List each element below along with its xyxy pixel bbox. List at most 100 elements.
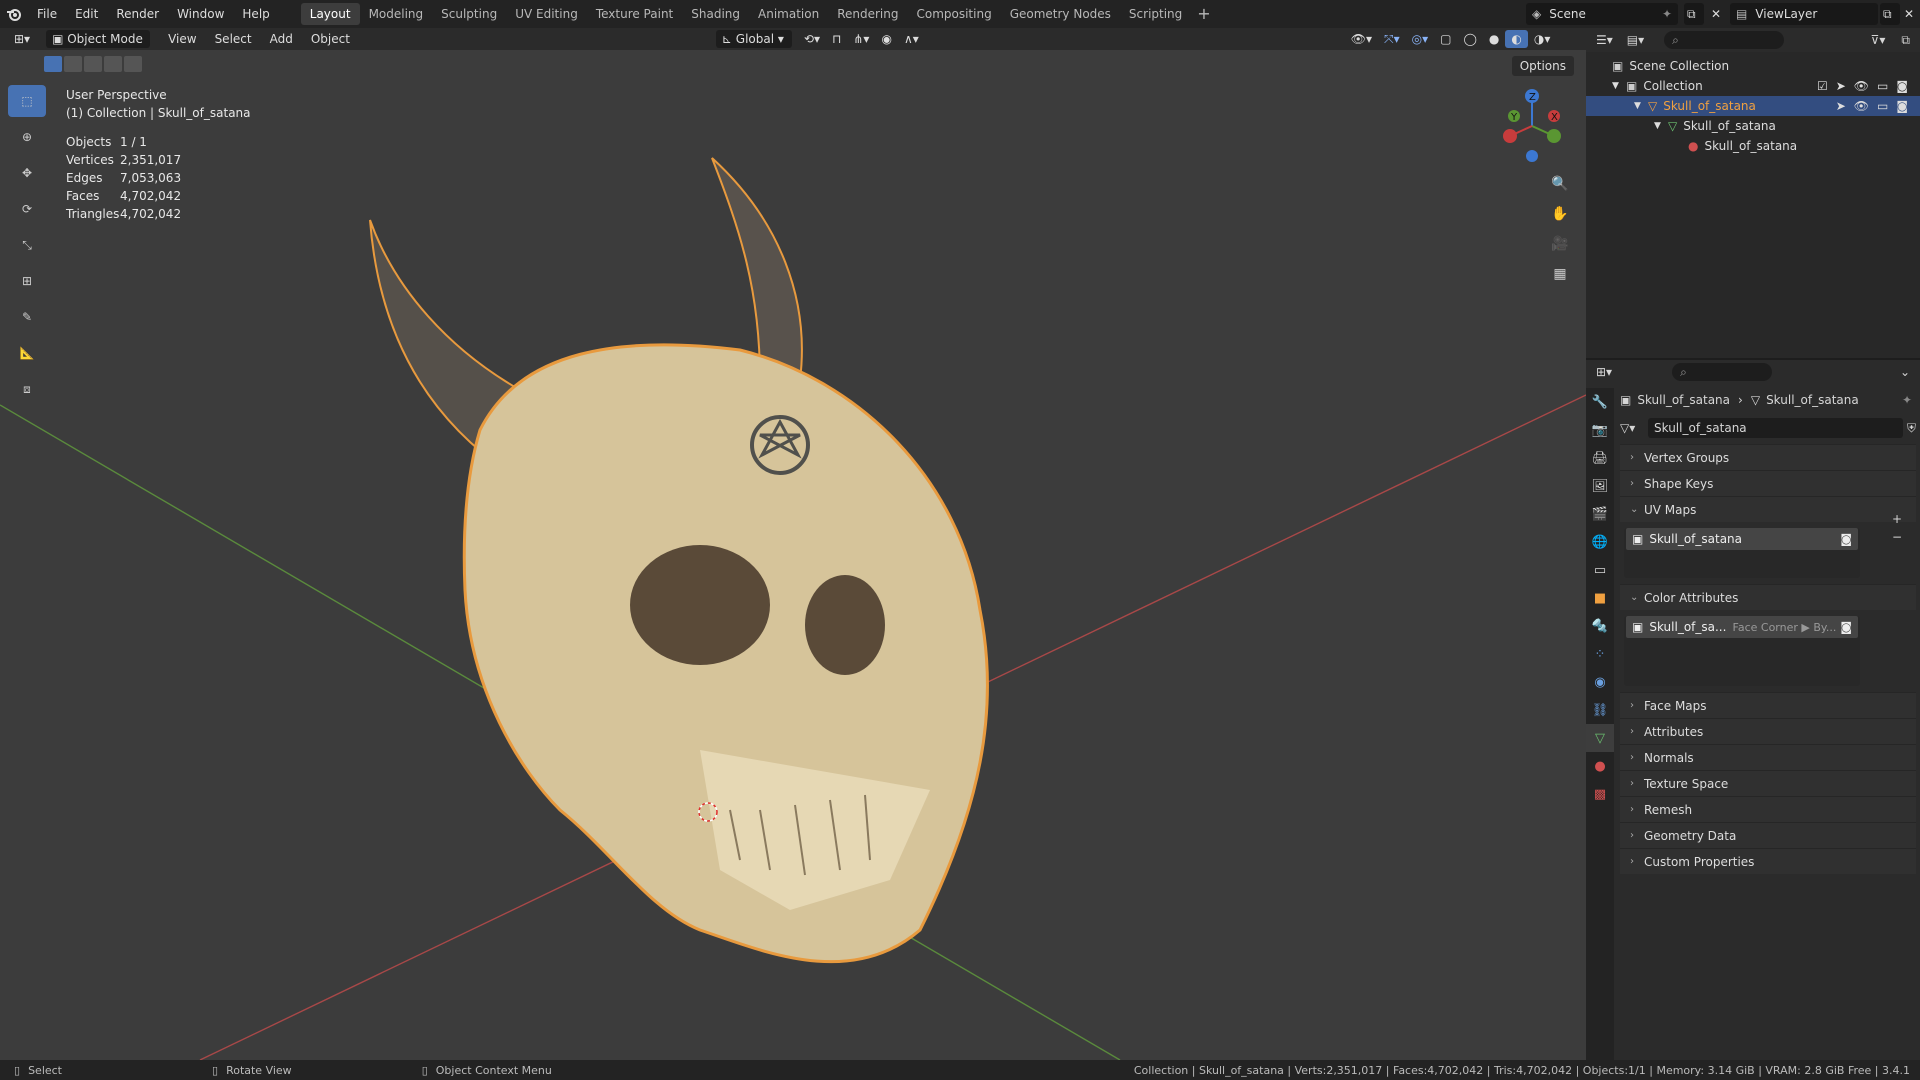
panel-normals[interactable]: › Normals <box>1620 744 1916 770</box>
material-tab-icon[interactable]: ● <box>1586 752 1614 780</box>
proportional-edit-icon[interactable]: ◉ <box>875 30 897 48</box>
panel-custom-properties[interactable]: › Custom Properties <box>1620 848 1916 874</box>
overlay-toggle-icon[interactable]: ◎▾ <box>1406 30 1435 48</box>
tab-modeling[interactable]: Modeling <box>360 3 433 25</box>
mesh-data-tab-icon[interactable]: ▽ <box>1586 724 1614 752</box>
delete-scene-button[interactable]: ✕ <box>1708 3 1728 25</box>
viewport-3d[interactable]: ⬚ ⊕ ✥ ⟳ ⤡ ⊞ ✎ 📐 ⧈ User Perspective (1) C… <box>0 50 1586 1060</box>
select-subtract-icon[interactable] <box>84 56 102 72</box>
outliner-row-mesh[interactable]: ▼ ▽ Skull_of_satana <box>1586 116 1920 136</box>
viewlayer-selector[interactable]: ▤ ViewLayer <box>1730 3 1878 25</box>
camera-icon[interactable]: ◙ <box>1896 79 1908 93</box>
falloff-icon[interactable]: ∧▾ <box>898 30 925 48</box>
mode-selector[interactable]: ▣ Object Mode ▾ <box>46 30 151 64</box>
mesh-browse-icon[interactable]: ▽▾ <box>1620 421 1648 435</box>
move-tool-icon[interactable]: ✥ <box>8 157 46 189</box>
expand-arrow-icon[interactable]: ▼ <box>1634 101 1648 111</box>
delete-viewlayer-button[interactable]: ✕ <box>1902 3 1918 25</box>
transform-tool-icon[interactable]: ⊞ <box>8 265 46 297</box>
measure-tool-icon[interactable]: 📐 <box>8 337 46 369</box>
select-intersect-icon[interactable] <box>124 56 142 72</box>
tool-tab-icon[interactable]: 🔧 <box>1586 388 1614 416</box>
uv-map-item[interactable]: ▣ Skull_of_satana ◙ <box>1626 528 1858 550</box>
tab-shading[interactable]: Shading <box>682 3 749 25</box>
particles-tab-icon[interactable]: ⁘ <box>1586 640 1614 668</box>
transform-orientation-selector[interactable]: ⊾ Global ▾ <box>715 30 792 48</box>
panel-texture-space[interactable]: › Texture Space <box>1620 770 1916 796</box>
tab-geometry-nodes[interactable]: Geometry Nodes <box>1001 3 1120 25</box>
checkbox-icon[interactable]: ☑ <box>1817 79 1828 93</box>
navigation-gizmo[interactable]: Z X Y <box>1496 86 1570 170</box>
camera-icon[interactable]: ◙ <box>1896 99 1908 113</box>
output-tab-icon[interactable]: 🖨 <box>1586 444 1614 472</box>
select-arrow-icon[interactable]: ➤ <box>1836 99 1846 113</box>
new-scene-button[interactable]: ⧉ <box>1684 3 1704 25</box>
rendered-shading-icon[interactable]: ◑▾ <box>1528 30 1557 48</box>
wireframe-shading-icon[interactable]: ◯ <box>1457 30 1482 48</box>
camera-icon[interactable]: ◙ <box>1840 620 1852 634</box>
scene-tab-icon[interactable]: 🎬 <box>1586 500 1614 528</box>
zoom-icon[interactable]: 🔍 <box>1548 172 1572 196</box>
select-new-icon[interactable] <box>44 56 62 72</box>
outliner-row-material[interactable]: ● Skull_of_satana <box>1586 136 1920 156</box>
annotate-tool-icon[interactable]: ✎ <box>8 301 46 333</box>
menu-help[interactable]: Help <box>233 0 278 28</box>
editor-type-button[interactable]: ⊞▾ <box>8 30 36 48</box>
render-tab-icon[interactable]: 📷 <box>1586 416 1614 444</box>
collection-tab-icon[interactable]: ▭ <box>1586 556 1614 584</box>
options-button[interactable]: Options <box>1511 56 1574 76</box>
pan-hand-icon[interactable]: ✋ <box>1548 202 1572 226</box>
outliner-row-scene-collection[interactable]: ▣ Scene Collection <box>1586 56 1920 76</box>
panel-attributes[interactable]: › Attributes <box>1620 718 1916 744</box>
panel-geometry-data[interactable]: › Geometry Data <box>1620 822 1916 848</box>
remove-uv-button[interactable]: − <box>1892 530 1902 544</box>
properties-editor-icon[interactable]: ⊞▾ <box>1596 365 1612 379</box>
scale-tool-icon[interactable]: ⤡ <box>8 229 46 261</box>
menu-object[interactable]: Object <box>305 30 356 48</box>
tab-animation[interactable]: Animation <box>749 3 828 25</box>
new-collection-icon[interactable]: ⧉ <box>1901 33 1910 48</box>
menu-render[interactable]: Render <box>107 0 168 28</box>
outliner-row-object[interactable]: ▼ ▽ Skull_of_satana ➤ 👁 ▭ ◙ <box>1586 96 1920 116</box>
gizmo-toggle-icon[interactable]: ⤧▾ <box>1378 30 1406 48</box>
mesh-name-field[interactable]: Skull_of_satana <box>1648 418 1903 438</box>
snap-icon[interactable]: ⊓ <box>826 30 847 48</box>
menu-file[interactable]: File <box>28 0 66 28</box>
perspective-toggle-icon[interactable]: ▦ <box>1548 262 1572 286</box>
expand-arrow-icon[interactable]: ▼ <box>1654 121 1668 131</box>
panel-color-attributes[interactable]: ⌄ Color Attributes <box>1620 584 1916 610</box>
eye-icon[interactable]: 👁 <box>1854 79 1869 93</box>
select-arrow-icon[interactable]: ➤ <box>1836 79 1846 93</box>
menu-select[interactable]: Select <box>209 30 258 48</box>
outliner-search-input[interactable]: ⌕ <box>1664 31 1785 49</box>
pin-icon[interactable]: ✦ <box>1662 7 1672 21</box>
xray-toggle-icon[interactable]: ▢ <box>1434 30 1457 48</box>
tab-rendering[interactable]: Rendering <box>828 3 907 25</box>
add-cube-tool-icon[interactable]: ⧈ <box>8 373 46 405</box>
tab-compositing[interactable]: Compositing <box>907 3 1000 25</box>
menu-window[interactable]: Window <box>168 0 233 28</box>
tab-uv-editing[interactable]: UV Editing <box>506 3 587 25</box>
panel-vertex-groups[interactable]: › Vertex Groups <box>1620 444 1916 470</box>
solid-shading-icon[interactable]: ● <box>1483 30 1505 48</box>
world-tab-icon[interactable]: 🌐 <box>1586 528 1614 556</box>
panel-uv-maps[interactable]: ⌄ UV Maps <box>1620 496 1916 522</box>
color-attribute-item[interactable]: ▣ Skull_of_sa... Face Corner ▶ By... ◙ <box>1626 616 1858 638</box>
blender-logo-icon[interactable] <box>0 0 28 28</box>
add-workspace-button[interactable]: + <box>1191 3 1216 25</box>
expand-arrow-icon[interactable]: ▼ <box>1612 81 1626 91</box>
object-tab-icon[interactable]: ■ <box>1586 584 1614 612</box>
physics-tab-icon[interactable]: ◉ <box>1586 668 1614 696</box>
outliner-row-collection[interactable]: ▼ ▣ Collection ☑ ➤ 👁 ▭ ◙ <box>1586 76 1920 96</box>
tab-scripting[interactable]: Scripting <box>1120 3 1191 25</box>
panel-remesh[interactable]: › Remesh <box>1620 796 1916 822</box>
new-viewlayer-button[interactable]: ⧉ <box>1880 3 1900 25</box>
eye-icon[interactable]: 👁 <box>1854 99 1869 113</box>
select-box-tool-icon[interactable]: ⬚ <box>8 85 46 117</box>
constraints-tab-icon[interactable]: ⛓ <box>1586 696 1614 724</box>
properties-search-input[interactable]: ⌕ <box>1672 363 1773 381</box>
tab-texture-paint[interactable]: Texture Paint <box>587 3 682 25</box>
tab-layout[interactable]: Layout <box>300 3 360 25</box>
chevron-down-icon[interactable]: ⌄ <box>1900 365 1910 379</box>
rotate-tool-icon[interactable]: ⟳ <box>8 193 46 225</box>
